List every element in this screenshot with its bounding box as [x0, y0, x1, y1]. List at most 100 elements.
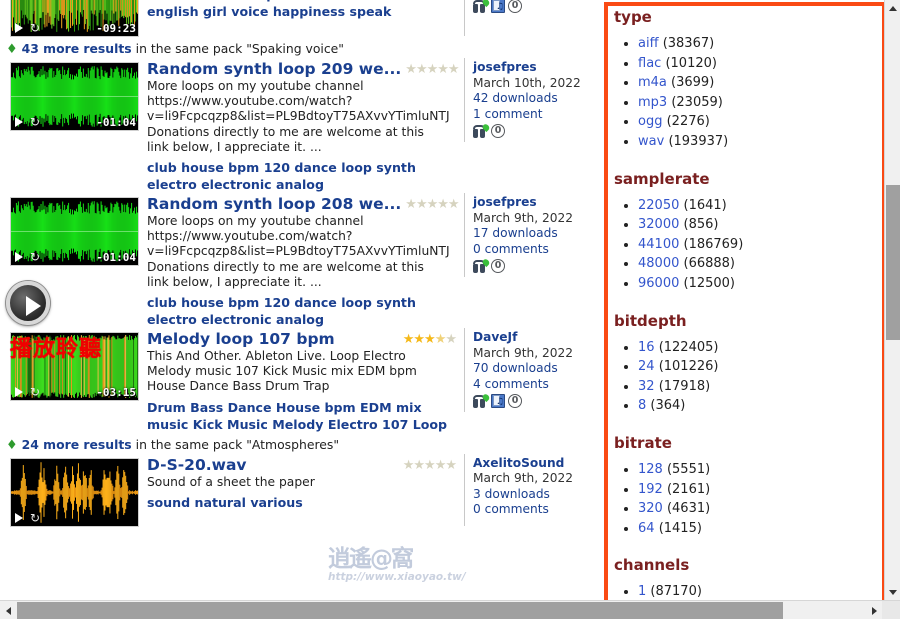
- tag-list[interactable]: club house bpm 120 dance loop synth elec…: [147, 294, 456, 328]
- sound-title-link[interactable]: Random synth loop 209 we...: [147, 60, 401, 78]
- download-count[interactable]: 17 downloads: [473, 226, 558, 240]
- loop-icon[interactable]: ↻: [30, 386, 42, 398]
- search-result-row: ↻ -01:04 Random synth loop 209 we... ★★★★★ M…: [0, 58, 596, 193]
- pack-icon[interactable]: ♫: [491, 394, 505, 409]
- rating-star[interactable]: ★: [413, 458, 425, 473]
- pack-more-link[interactable]: 43 more results: [22, 41, 132, 56]
- facet-value-link[interactable]: 22050: [638, 198, 679, 213]
- rating-stars[interactable]: ★★★★★: [403, 330, 457, 347]
- tag-links[interactable]: sound natural various: [147, 495, 303, 510]
- result-meta: josefpres March 10th, 2022 42 downloads 1 c…: [464, 58, 596, 143]
- facet-value-link[interactable]: ogg: [638, 114, 662, 129]
- comment-count[interactable]: 0 comments: [473, 242, 549, 256]
- play-icon[interactable]: [15, 387, 23, 398]
- waveform-player[interactable]: ↻: [10, 457, 139, 527]
- tag-list[interactable]: woman freedom peace vocal talk female en…: [147, 0, 456, 20]
- waveform-player[interactable]: ↻ -01:04: [10, 197, 139, 267]
- facet-value-link[interactable]: 128: [638, 462, 663, 477]
- rating-star[interactable]: ★: [448, 62, 460, 77]
- facet-value-link[interactable]: wav: [638, 134, 664, 149]
- loop-icon[interactable]: ↻: [30, 22, 42, 34]
- rating-star[interactable]: ★: [416, 197, 428, 212]
- facet-value-link[interactable]: 320: [638, 501, 663, 516]
- facet-value-link[interactable]: m4a: [638, 75, 667, 90]
- scroll-right-arrow[interactable]: [866, 601, 882, 619]
- facet-value-link[interactable]: 64: [638, 521, 655, 536]
- tag-links[interactable]: club house bpm 120 dance loop synth elec…: [147, 295, 416, 327]
- facet-value-link[interactable]: 48000: [638, 256, 679, 271]
- facet-item: 32 (17918): [638, 377, 884, 397]
- rating-stars[interactable]: ★★★★★: [405, 60, 460, 77]
- facet-value-link[interactable]: 8: [638, 398, 646, 413]
- facet-value-link[interactable]: flac: [638, 56, 661, 71]
- facet-value-link[interactable]: 96000: [638, 276, 679, 291]
- horizontal-scrollbar[interactable]: [0, 600, 900, 619]
- facet-value-link[interactable]: 44100: [638, 237, 679, 252]
- waveform-player[interactable]: ↻ -09:23: [10, 0, 139, 37]
- tag-list[interactable]: Drum Bass Dance House bpm EDM mix music …: [147, 399, 456, 433]
- sound-title-link[interactable]: Random synth loop 208 we...: [147, 195, 401, 213]
- rating-star[interactable]: ★: [427, 197, 439, 212]
- rating-star[interactable]: ★: [437, 62, 449, 77]
- facet-value-link[interactable]: mp3: [638, 95, 667, 110]
- rating-star[interactable]: ★: [424, 458, 436, 473]
- facet-value-link[interactable]: 192: [638, 482, 663, 497]
- rating-star[interactable]: ★: [405, 197, 417, 212]
- loop-icon[interactable]: ↻: [30, 251, 42, 263]
- waveform-player[interactable]: ↻ -03:15: [10, 332, 139, 402]
- facet-value-link[interactable]: 16: [638, 340, 655, 355]
- rating-star[interactable]: ★: [437, 197, 449, 212]
- download-count[interactable]: 42 downloads: [473, 91, 558, 105]
- play-icon[interactable]: [15, 252, 23, 263]
- horizontal-scrollbar-thumb[interactable]: [17, 602, 783, 619]
- download-count[interactable]: 3 downloads: [473, 487, 550, 501]
- vertical-scrollbar-thumb[interactable]: [886, 185, 900, 340]
- facet-value-link[interactable]: aiff: [638, 36, 659, 51]
- rating-star[interactable]: ★: [403, 332, 415, 347]
- scroll-up-arrow[interactable]: [885, 0, 900, 16]
- rating-star[interactable]: ★: [405, 62, 417, 77]
- rating-star[interactable]: ★: [448, 197, 460, 212]
- tag-links[interactable]: Drum Bass Dance House bpm EDM mix music …: [147, 400, 447, 432]
- rating-star[interactable]: ★: [403, 458, 415, 473]
- rating-star[interactable]: ★: [435, 332, 447, 347]
- vertical-scrollbar[interactable]: [884, 0, 900, 600]
- tag-links[interactable]: woman freedom peace vocal talk female en…: [147, 0, 434, 19]
- comment-count[interactable]: 4 comments: [473, 377, 549, 391]
- play-icon[interactable]: [15, 117, 23, 127]
- uploader-link[interactable]: AxelitoSound: [473, 456, 564, 470]
- rating-star[interactable]: ★: [445, 332, 457, 347]
- scroll-left-arrow[interactable]: [0, 601, 16, 619]
- sound-title-link[interactable]: D-S-20.wav: [147, 456, 247, 474]
- play-icon[interactable]: [15, 512, 23, 523]
- rating-star[interactable]: ★: [416, 62, 428, 77]
- scroll-down-arrow[interactable]: [885, 584, 900, 600]
- rating-star[interactable]: ★: [413, 332, 425, 347]
- tag-list[interactable]: club house bpm 120 dance loop synth elec…: [147, 159, 456, 193]
- download-count[interactable]: 70 downloads: [473, 361, 558, 375]
- play-icon[interactable]: [15, 23, 23, 33]
- facet-value-link[interactable]: 24: [638, 359, 655, 374]
- rating-star[interactable]: ★: [435, 458, 447, 473]
- rating-star[interactable]: ★: [445, 458, 457, 473]
- sound-title-link[interactable]: Melody loop 107 bpm: [147, 330, 335, 348]
- comment-count[interactable]: 0 comments: [473, 502, 549, 516]
- tag-links[interactable]: club house bpm 120 dance loop synth elec…: [147, 160, 416, 192]
- rating-stars[interactable]: ★★★★★: [403, 456, 457, 473]
- comment-count[interactable]: 1 comment: [473, 107, 543, 121]
- facet-value-link[interactable]: 32: [638, 379, 655, 394]
- uploader-link[interactable]: josefpres: [473, 60, 537, 74]
- loop-icon[interactable]: ↻: [30, 512, 42, 524]
- loop-icon[interactable]: ↻: [30, 116, 42, 128]
- rating-star[interactable]: ★: [427, 62, 439, 77]
- rating-stars[interactable]: ★★★★★: [405, 195, 460, 212]
- facet-value-link[interactable]: 1: [638, 584, 646, 599]
- uploader-link[interactable]: josefpres: [473, 195, 537, 209]
- tag-list[interactable]: sound natural various: [147, 494, 456, 511]
- waveform-player[interactable]: ↻ -01:04: [10, 62, 139, 131]
- uploader-link[interactable]: DaveJf: [473, 330, 517, 344]
- pack-more-link[interactable]: 24 more results: [22, 437, 132, 452]
- facet-value-link[interactable]: 32000: [638, 217, 679, 232]
- pack-icon[interactable]: ♫: [491, 0, 505, 14]
- rating-star[interactable]: ★: [424, 332, 436, 347]
